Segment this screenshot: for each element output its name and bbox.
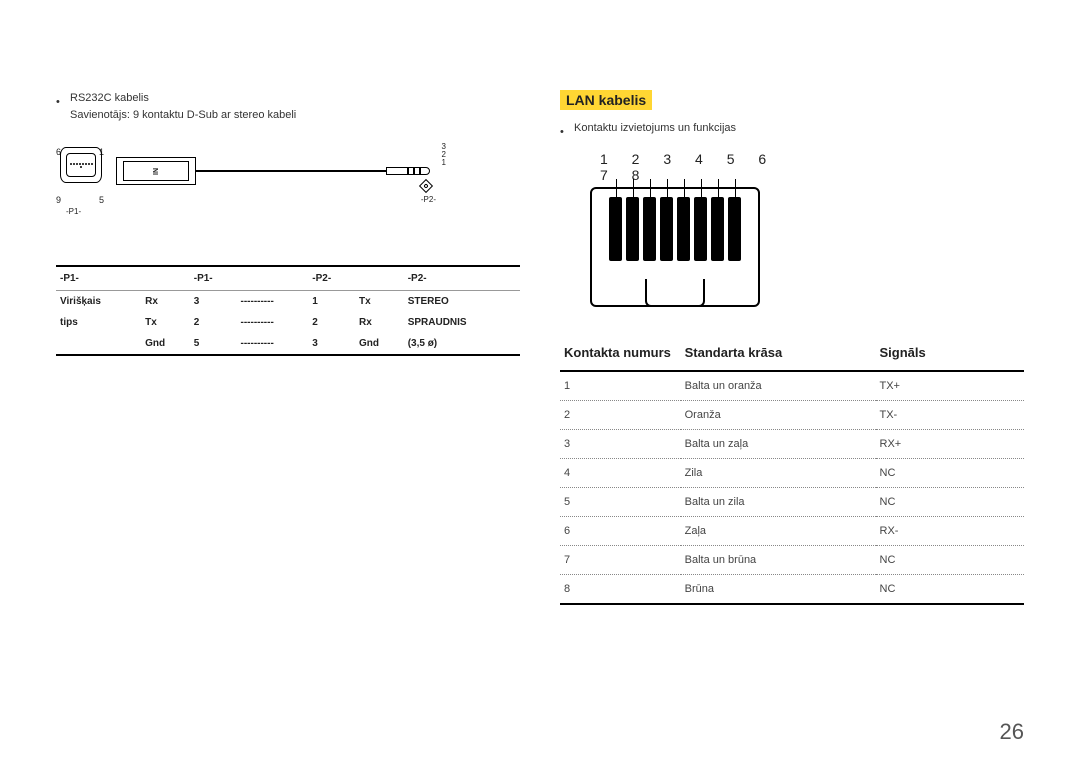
rs-r1c1: Rx	[141, 291, 190, 313]
bullet-icon: •	[56, 90, 60, 123]
lan-pin-numbers: 1 2 3 4 5 6 7 8	[600, 151, 790, 183]
rs-r3c2: 5	[190, 333, 237, 355]
lan-cell-color: Brūna	[681, 574, 876, 604]
right-column: LAN kabelis • Kontaktu izvietojums un fu…	[560, 90, 1024, 605]
lan-cell-num: 4	[560, 458, 681, 487]
cable-body: IN 3 2 1 -P2-	[116, 157, 446, 187]
lan-cell-color: Balta un zaļa	[681, 429, 876, 458]
rs-r2c0: tips	[56, 312, 141, 333]
rs-r3c6: (3,5 ø)	[404, 333, 520, 355]
plug-in-icon: IN	[116, 157, 196, 185]
label-p1: -P1-	[66, 207, 81, 216]
rs-r3c4: 3	[308, 333, 355, 355]
rs232-table: -P1- -P1- -P2- -P2- Virišķais Rx 3 -----…	[56, 265, 520, 356]
lan-cell-num: 1	[560, 372, 681, 401]
rs232-bullet: • RS232C kabelis Savienotājs: 9 kontaktu…	[56, 90, 520, 123]
table-row: 4ZilaNC	[560, 458, 1024, 487]
rs-th-p2b: -P2-	[404, 266, 520, 291]
lan-cell-signal: RX+	[876, 429, 1025, 458]
rs-r2c6: SPRAUDNIS	[404, 312, 520, 333]
lan-heading: LAN kabelis	[560, 90, 652, 110]
rs-r1c3: ----------	[237, 291, 309, 313]
lan-cell-signal: NC	[876, 545, 1025, 574]
rs-r3c1: Gnd	[141, 333, 190, 355]
left-column: • RS232C kabelis Savienotājs: 9 kontaktu…	[56, 90, 520, 605]
rs-th-p1a: -P1-	[56, 266, 190, 291]
table-row: 8BrūnaNC	[560, 574, 1024, 604]
rs-r3c5: Gnd	[355, 333, 404, 355]
lan-cell-num: 7	[560, 545, 681, 574]
table-row: 1Balta un oranžaTX+	[560, 372, 1024, 401]
rs-r1c4: 1	[308, 291, 355, 313]
rs-r2c4: 2	[308, 312, 355, 333]
table-row: 3Balta un zaļaRX+	[560, 429, 1024, 458]
lan-table: Kontakta numurs Standarta krāsa Signāls …	[560, 337, 1024, 605]
plug-in-label: IN	[153, 168, 160, 175]
rs-r2c2: 2	[190, 312, 237, 333]
table-row: 2OranžaTX-	[560, 400, 1024, 429]
lan-cell-color: Oranža	[681, 400, 876, 429]
pin-label-9: 9	[56, 195, 61, 205]
rs-r3c3: ----------	[237, 333, 309, 355]
lan-th-signal: Signāls	[876, 337, 1025, 371]
lan-cell-signal: NC	[876, 574, 1025, 604]
lan-th-color: Standarta krāsa	[681, 337, 876, 371]
lan-cell-color: Balta un oranža	[681, 372, 876, 401]
table-row: 7Balta un brūnaNC	[560, 545, 1024, 574]
rs232-sub: Savienotājs: 9 kontaktu D-Sub ar stereo …	[70, 107, 296, 124]
label-p2: -P2-	[421, 195, 436, 204]
lan-cell-signal: RX-	[876, 516, 1025, 545]
table-row: 5Balta un zilaNC	[560, 487, 1024, 516]
stereo-jack-icon	[386, 167, 436, 175]
table-row: 6ZaļaRX-	[560, 516, 1024, 545]
lan-cell-num: 6	[560, 516, 681, 545]
lan-cell-signal: NC	[876, 487, 1025, 516]
bullet-icon: •	[560, 120, 564, 141]
lan-cell-color: Zaļa	[681, 516, 876, 545]
lan-cell-num: 8	[560, 574, 681, 604]
rs-r2c1: Tx	[141, 312, 190, 333]
rs-r1c5: Tx	[355, 291, 404, 313]
lan-bullet-text: Kontaktu izvietojums un funkcijas	[574, 120, 736, 141]
lan-bullet: • Kontaktu izvietojums un funkcijas	[560, 120, 1024, 141]
rs-r1c6: STEREO	[404, 291, 520, 313]
lan-cell-num: 5	[560, 487, 681, 516]
rj45-connector-icon	[590, 187, 760, 307]
lan-cell-color: Balta un brūna	[681, 545, 876, 574]
hex-nut-icon	[419, 179, 433, 193]
lan-cell-signal: NC	[876, 458, 1025, 487]
rj45-clip-icon	[645, 279, 705, 307]
rs-th-p2a: -P2-	[308, 266, 355, 291]
rs232-diagram: 6 1 9 5 -P1- IN 3 2	[56, 139, 520, 249]
rs-r2c5: Rx	[355, 312, 404, 333]
lan-cell-num: 2	[560, 400, 681, 429]
rs232-title: RS232C kabelis	[70, 90, 296, 107]
lan-cell-signal: TX-	[876, 400, 1025, 429]
dsub-connector: 6 1 9 5 -P1-	[56, 147, 106, 183]
lan-cell-color: Balta un zila	[681, 487, 876, 516]
lan-cell-num: 3	[560, 429, 681, 458]
rs-th-p1b: -P1-	[190, 266, 237, 291]
page-number: 26	[1000, 719, 1024, 745]
lan-cell-signal: TX+	[876, 372, 1025, 401]
rs-r3c0	[56, 333, 141, 355]
rs-r2c3: ----------	[237, 312, 309, 333]
jack-numbers: 3 2 1	[442, 143, 446, 167]
rs-r1c2: 3	[190, 291, 237, 313]
rs-r1c0: Virišķais	[56, 291, 141, 313]
wire-icon	[196, 170, 386, 172]
lan-diagram: 1 2 3 4 5 6 7 8	[590, 151, 790, 307]
lan-cell-color: Zila	[681, 458, 876, 487]
pin-label-5: 5	[99, 195, 104, 205]
lan-th-num: Kontakta numurs	[560, 337, 681, 371]
